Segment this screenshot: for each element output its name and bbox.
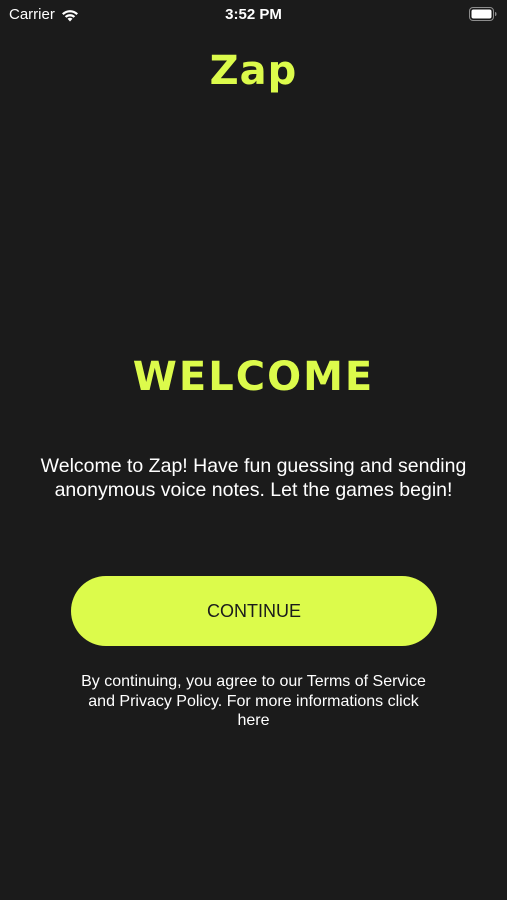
battery-icon	[469, 7, 497, 21]
continue-button[interactable]: CONTINUE	[71, 576, 437, 646]
status-bar: Carrier 3:52 PM	[0, 0, 507, 28]
welcome-screen: Carrier 3:52 PM Zap WELCOME Welcome to Z…	[0, 0, 507, 900]
legal-notice-link[interactable]: By continuing, you agree to our Terms of…	[80, 672, 427, 731]
welcome-title: WELCOME	[132, 354, 375, 400]
app-logo: Zap	[209, 48, 298, 94]
welcome-description: Welcome to Zap! Have fun guessing and se…	[40, 455, 467, 501]
status-time: 3:52 PM	[225, 6, 282, 23]
